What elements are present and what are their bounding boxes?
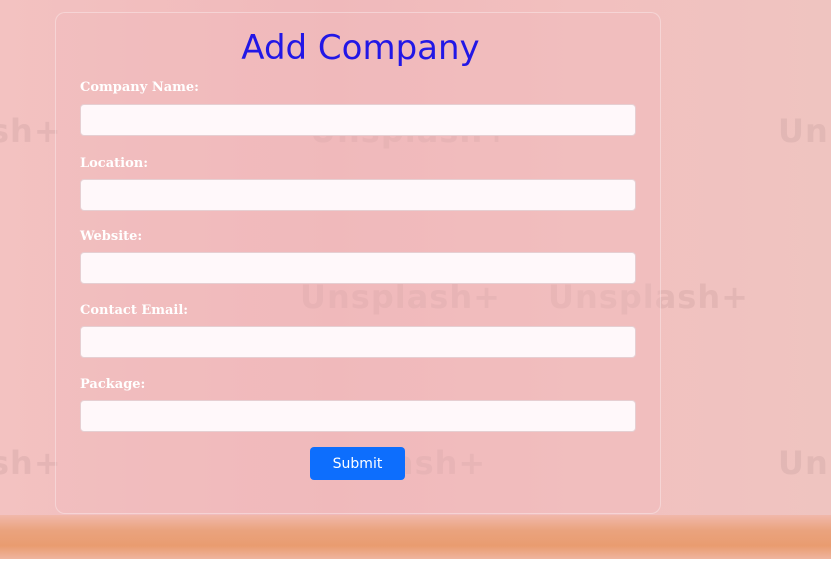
company-name-input[interactable] [80,104,636,136]
background-watermark: sh+ [0,444,62,482]
page-footer-strip [0,559,831,567]
background-watermark: sh+ [0,112,62,150]
contact-email-input[interactable] [80,326,636,358]
location-input[interactable] [80,179,636,211]
background-floor [0,515,831,559]
package-label: Package: [80,377,146,392]
submit-button[interactable]: Submit [310,447,405,480]
package-input[interactable] [80,400,636,432]
background-watermark: Un [778,444,829,482]
website-label: Website: [80,229,143,244]
page-title: Add Company [241,28,480,68]
location-label: Location: [80,156,149,171]
background-watermark: Un [778,112,829,150]
contact-email-label: Contact Email: [80,303,189,318]
website-input[interactable] [80,252,636,284]
company-name-label: Company Name: [80,80,199,95]
